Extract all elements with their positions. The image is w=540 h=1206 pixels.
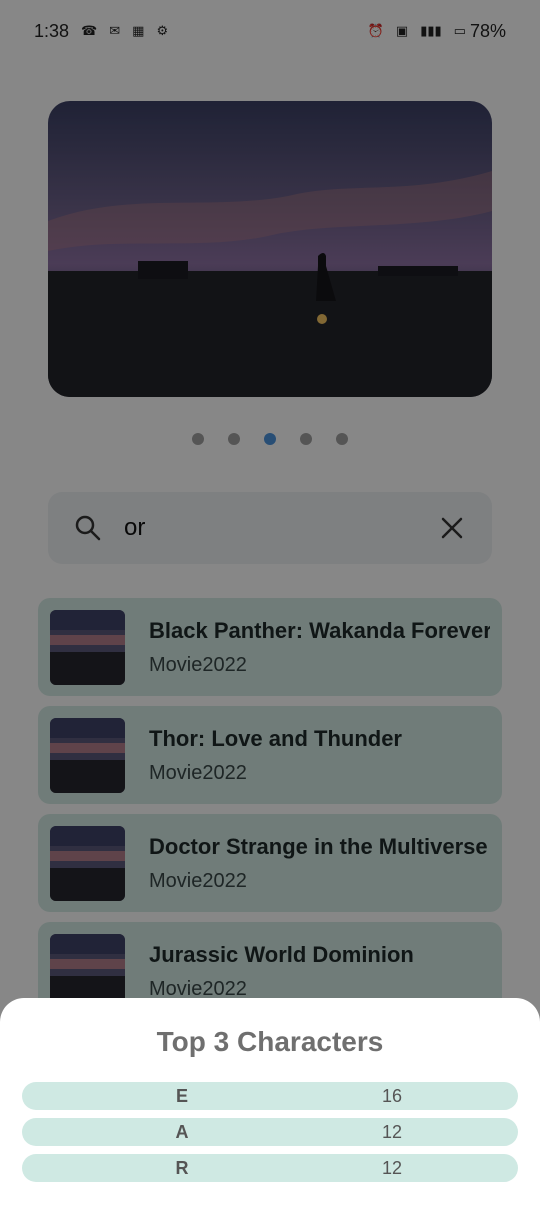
character-label: A (175, 1121, 189, 1142)
character-row: A 12 (22, 1118, 518, 1146)
character-rows: E 16 A 12 R 12 (22, 1082, 518, 1190)
character-row: E 16 (22, 1082, 518, 1110)
character-label: R (175, 1157, 189, 1178)
character-row: R 12 (22, 1154, 518, 1182)
character-label: E (175, 1085, 188, 1106)
character-count: 16 (381, 1085, 403, 1106)
character-count: 12 (381, 1121, 403, 1142)
sheet-title: Top 3 Characters (156, 1026, 384, 1057)
bottom-sheet: Top 3 Characters E 16 A 12 R 12 (0, 998, 540, 1206)
character-count: 12 (381, 1157, 403, 1178)
